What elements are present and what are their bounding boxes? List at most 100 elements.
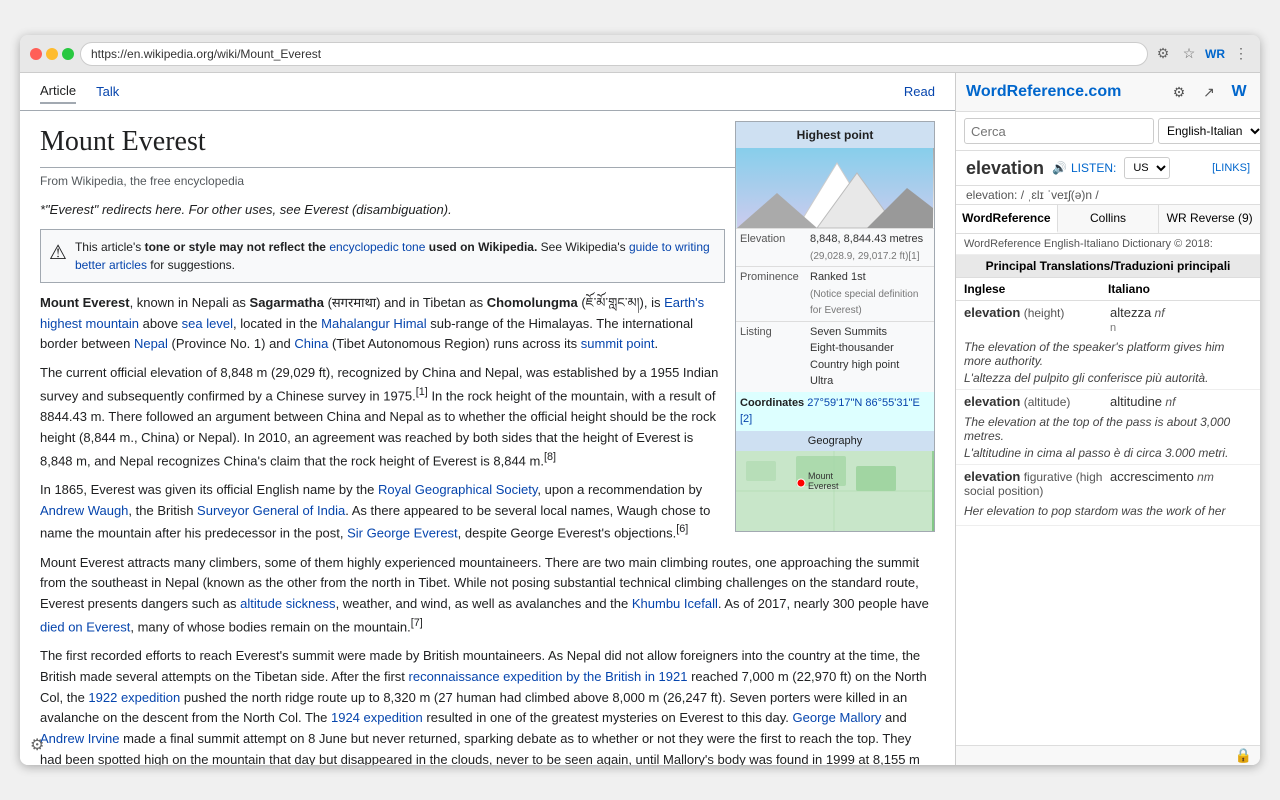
infobox-listing-row: Listing Seven SummitsEight-thousanderCou… xyxy=(736,321,934,392)
entry-1-example-en: The elevation of the speaker's platform … xyxy=(964,337,1252,371)
wordref-footer: 🔒 xyxy=(956,745,1260,765)
wordref-logo: WordReference.com xyxy=(966,83,1121,101)
entry-3-gender: nm xyxy=(1197,470,1214,484)
infobox-image xyxy=(736,148,934,228)
notice-text: This article's tone or style may not ref… xyxy=(75,238,716,274)
svg-text:Mount: Mount xyxy=(808,471,834,481)
wordref-body: WordReference English-Italiano Dictionar… xyxy=(956,234,1260,745)
notice-icon: ⚠ xyxy=(49,238,67,268)
looked-up-word: elevation xyxy=(966,158,1044,179)
phonetic-text: elevation: / ˌɛlɪ ˈveɪʃ(ə)n / xyxy=(966,188,1099,202)
maximize-button[interactable] xyxy=(62,48,74,60)
gear-icon[interactable]: ⚙ xyxy=(30,735,44,755)
svg-text:Everest: Everest xyxy=(808,481,839,491)
menu-icon[interactable]: ⋮ xyxy=(1232,45,1250,63)
wordref-word-bar: elevation 🔊 LISTEN: US [LINKS] xyxy=(956,151,1260,186)
china-link[interactable]: China xyxy=(294,336,328,351)
entry-3-example-en: Her elevation to pop stardom was the wor… xyxy=(964,501,1252,521)
close-button[interactable] xyxy=(30,48,42,60)
prominence-value: Ranked 1st(Notice special definition for… xyxy=(810,269,930,319)
read-button[interactable]: Read xyxy=(904,84,935,99)
sea-level-link[interactable]: sea level xyxy=(182,316,233,331)
entry-3-word: elevation xyxy=(964,469,1020,484)
language-select[interactable]: English-Italian xyxy=(1158,118,1260,144)
entry-1-gender: nf xyxy=(1155,306,1165,320)
altitude-link[interactable]: altitude sickness xyxy=(240,596,335,611)
accent-select[interactable]: US xyxy=(1124,157,1170,179)
browser-window: https://en.wikipedia.org/wiki/Mount_Ever… xyxy=(20,35,1260,765)
entry-2-word: elevation xyxy=(964,394,1020,409)
section-title: Principal Translations/Traduzioni princi… xyxy=(956,255,1260,278)
tab-talk[interactable]: Talk xyxy=(96,80,119,103)
wordref-header-icons: ⚙ ↗ W xyxy=(1168,81,1250,103)
minimize-button[interactable] xyxy=(46,48,58,60)
mount-everest-bold: Mount Everest xyxy=(40,295,130,310)
entry-3-row: elevation figurative (high social positi… xyxy=(964,469,1252,498)
entry-2-gender: nf xyxy=(1165,395,1175,409)
header-inglese: Inglese xyxy=(964,282,1108,296)
logo-text: WordReference xyxy=(966,83,1084,100)
window-controls xyxy=(30,48,74,60)
tab-article[interactable]: Article xyxy=(40,79,76,104)
para4: Mount Everest attracts many climbers, so… xyxy=(40,553,935,639)
george-everest-link[interactable]: Sir George Everest xyxy=(347,526,458,541)
mahalangur-link[interactable]: Mahalangur Himal xyxy=(321,316,427,331)
entry-3-translation: accrescimento xyxy=(1110,469,1194,484)
tab-wordreference[interactable]: WordReference xyxy=(956,205,1058,233)
rgs-link[interactable]: Royal Geographical Society xyxy=(378,482,537,497)
infobox-title: Highest point xyxy=(736,122,934,148)
links-label[interactable]: [LINKS] xyxy=(1212,162,1250,174)
wordref-search-bar: English-Italian 🔍 🔍 xyxy=(956,112,1260,151)
coords-label: Coordinates xyxy=(740,397,804,409)
wiki-infobox: Highest point xyxy=(735,121,935,532)
listing-value: Seven SummitsEight-thousanderCountry hig… xyxy=(810,324,899,390)
page-content: Article Talk Read Highest point xyxy=(20,73,1260,765)
entry-2: elevation (altitude) altitudine nf The e… xyxy=(956,390,1260,465)
khumbu-link[interactable]: Khumbu Icefall xyxy=(632,596,718,611)
bookmark-icon[interactable]: ☆ xyxy=(1180,45,1198,63)
surveyor-link[interactable]: Surveyor General of India xyxy=(197,503,345,518)
infobox-prominence-row: Prominence Ranked 1st(Notice special def… xyxy=(736,266,934,321)
phonetic-bar: elevation: / ˌɛlɪ ˈveɪʃ(ə)n / xyxy=(956,186,1260,205)
entry-1-example-it: L'altezza del pulpito gli conferisce più… xyxy=(964,371,1252,385)
wiki-notice: ⚠ This article's tone or style may not r… xyxy=(40,229,725,283)
search-input[interactable] xyxy=(964,118,1154,144)
summit-link[interactable]: summit point xyxy=(581,336,655,351)
wordref-tabs: WordReference Collins WR Reverse (9) xyxy=(956,205,1260,234)
listen-control[interactable]: 🔊 LISTEN: xyxy=(1052,161,1116,175)
browser-icons: ⚙ ☆ WR ⋮ xyxy=(1154,45,1250,63)
nepal-link[interactable]: Nepal xyxy=(134,336,168,351)
address-bar[interactable]: https://en.wikipedia.org/wiki/Mount_Ever… xyxy=(80,42,1148,66)
listing-label: Listing xyxy=(740,324,810,390)
entry-2-row: elevation (altitude) altitudine nf xyxy=(964,394,1252,409)
tab-collins[interactable]: Collins xyxy=(1058,205,1160,233)
wordref-x-icon[interactable]: W xyxy=(1228,81,1250,103)
table-header: Inglese Italiano xyxy=(956,278,1260,301)
para5: The first recorded efforts to reach Ever… xyxy=(40,646,935,765)
url-text: https://en.wikipedia.org/wiki/Mount_Ever… xyxy=(91,47,321,61)
speaker-icon: 🔊 xyxy=(1052,161,1067,175)
external-link-icon[interactable]: ↗ xyxy=(1198,81,1220,103)
tab-wr-reverse[interactable]: WR Reverse (9) xyxy=(1159,205,1260,233)
entry-1-word: elevation xyxy=(964,305,1020,320)
elevation-label: Elevation xyxy=(740,231,810,264)
entry-1: elevation (height) altezza nf n The elev… xyxy=(956,301,1260,390)
infobox-geography-title: Geography xyxy=(736,431,934,452)
elevation-value: 8,848, 8,844.43 metres (29,028.9, 29,017… xyxy=(810,231,923,264)
wiki-body: Highest point xyxy=(20,111,955,765)
wordref-header: WordReference.com ⚙ ↗ W xyxy=(956,73,1260,112)
entry-2-example-it: L'altitudine in cima al passo è di circa… xyxy=(964,446,1252,460)
listen-label: LISTEN: xyxy=(1071,161,1116,175)
encyclopedic-link[interactable]: encyclopedic tone xyxy=(329,240,425,254)
header-italiano: Italiano xyxy=(1108,282,1252,296)
died-link[interactable]: died on Everest xyxy=(40,619,130,634)
settings-icon[interactable]: ⚙ xyxy=(1168,81,1190,103)
entry-2-translation: altitudine xyxy=(1110,394,1162,409)
wordref-icon[interactable]: WR xyxy=(1206,45,1224,63)
extensions-icon[interactable]: ⚙ xyxy=(1154,45,1172,63)
lock-icon: 🔒 xyxy=(1235,747,1252,764)
source-label: WordReference English-Italiano Dictionar… xyxy=(956,234,1260,255)
andrew-waugh-link[interactable]: Andrew Waugh xyxy=(40,503,128,518)
infobox-map: Mount Everest xyxy=(736,451,934,531)
entry-1-type: (height) xyxy=(1024,306,1065,320)
